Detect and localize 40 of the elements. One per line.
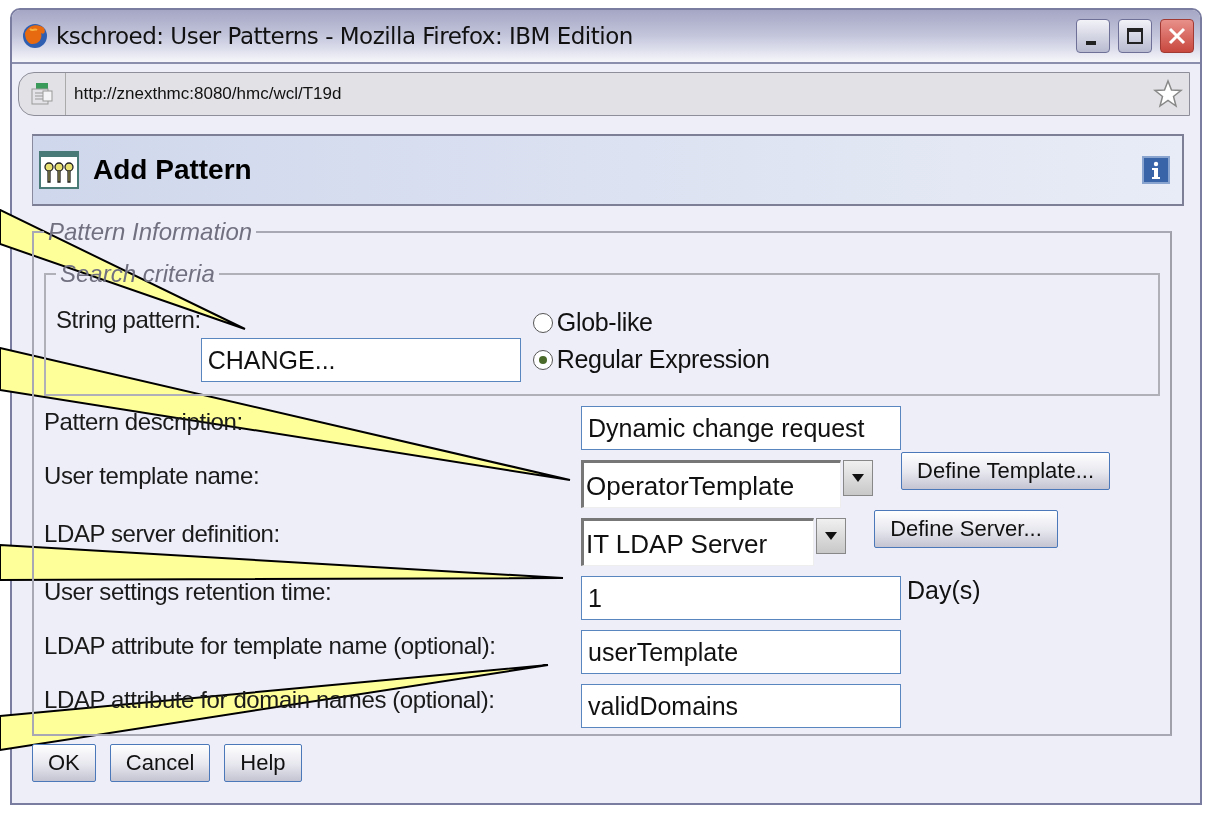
text-field[interactable]: 1 [581, 576, 901, 620]
site-icon [29, 81, 55, 107]
dialog-button[interactable]: Cancel [109, 744, 211, 782]
group-legend: Pattern Information [44, 218, 257, 246]
radio-button[interactable] [532, 349, 553, 370]
dialog-title: Add Pattern [93, 154, 253, 186]
radio-label: Regular Expression [556, 345, 770, 374]
radio-label: Glob-like [556, 308, 653, 337]
text-field[interactable]: userTemplate [581, 630, 901, 674]
text-field[interactable]: validDomains [581, 684, 901, 728]
field-label: User settings retention time: [44, 578, 333, 606]
text-field[interactable]: Dynamic change request [581, 406, 901, 450]
dialog-button[interactable]: OK [32, 744, 96, 782]
unit-label: Day(s) [907, 576, 981, 605]
keys-icon [39, 151, 79, 189]
app-icon [22, 23, 48, 49]
dropdown-arrow-button[interactable] [816, 518, 847, 554]
minimize-button[interactable] [1076, 19, 1110, 53]
dropdown-arrow-button[interactable] [843, 460, 874, 496]
maximize-button[interactable] [1118, 19, 1152, 53]
field-label: User template name: [44, 462, 261, 490]
field-label: LDAP attribute for template name (optional): [44, 632, 497, 660]
maximize-icon [1126, 27, 1144, 45]
define-button[interactable]: Define Template... [901, 452, 1111, 490]
caret-icon [852, 474, 865, 482]
define-button[interactable]: Define Server... [874, 510, 1058, 548]
field-label: LDAP server definition: [44, 520, 281, 548]
star-icon[interactable] [1153, 79, 1183, 109]
close-icon [1167, 26, 1187, 46]
string-pattern-field[interactable]: CHANGE... [200, 338, 521, 382]
close-button[interactable] [1160, 19, 1194, 53]
caret-icon [825, 532, 838, 540]
field-label: String pattern: [56, 306, 201, 334]
radio-button[interactable] [532, 312, 553, 333]
dropdown-field[interactable]: OperatorTemplate [581, 460, 842, 508]
dropdown-field[interactable]: IT LDAP Server [581, 518, 815, 566]
info-icon[interactable] [1142, 156, 1170, 184]
window-title: kschroed: User Patterns - Mozilla Firefox: IBM Edition [56, 23, 634, 49]
minimize-icon [1086, 41, 1096, 45]
dialog-button[interactable]: Help [224, 744, 302, 782]
